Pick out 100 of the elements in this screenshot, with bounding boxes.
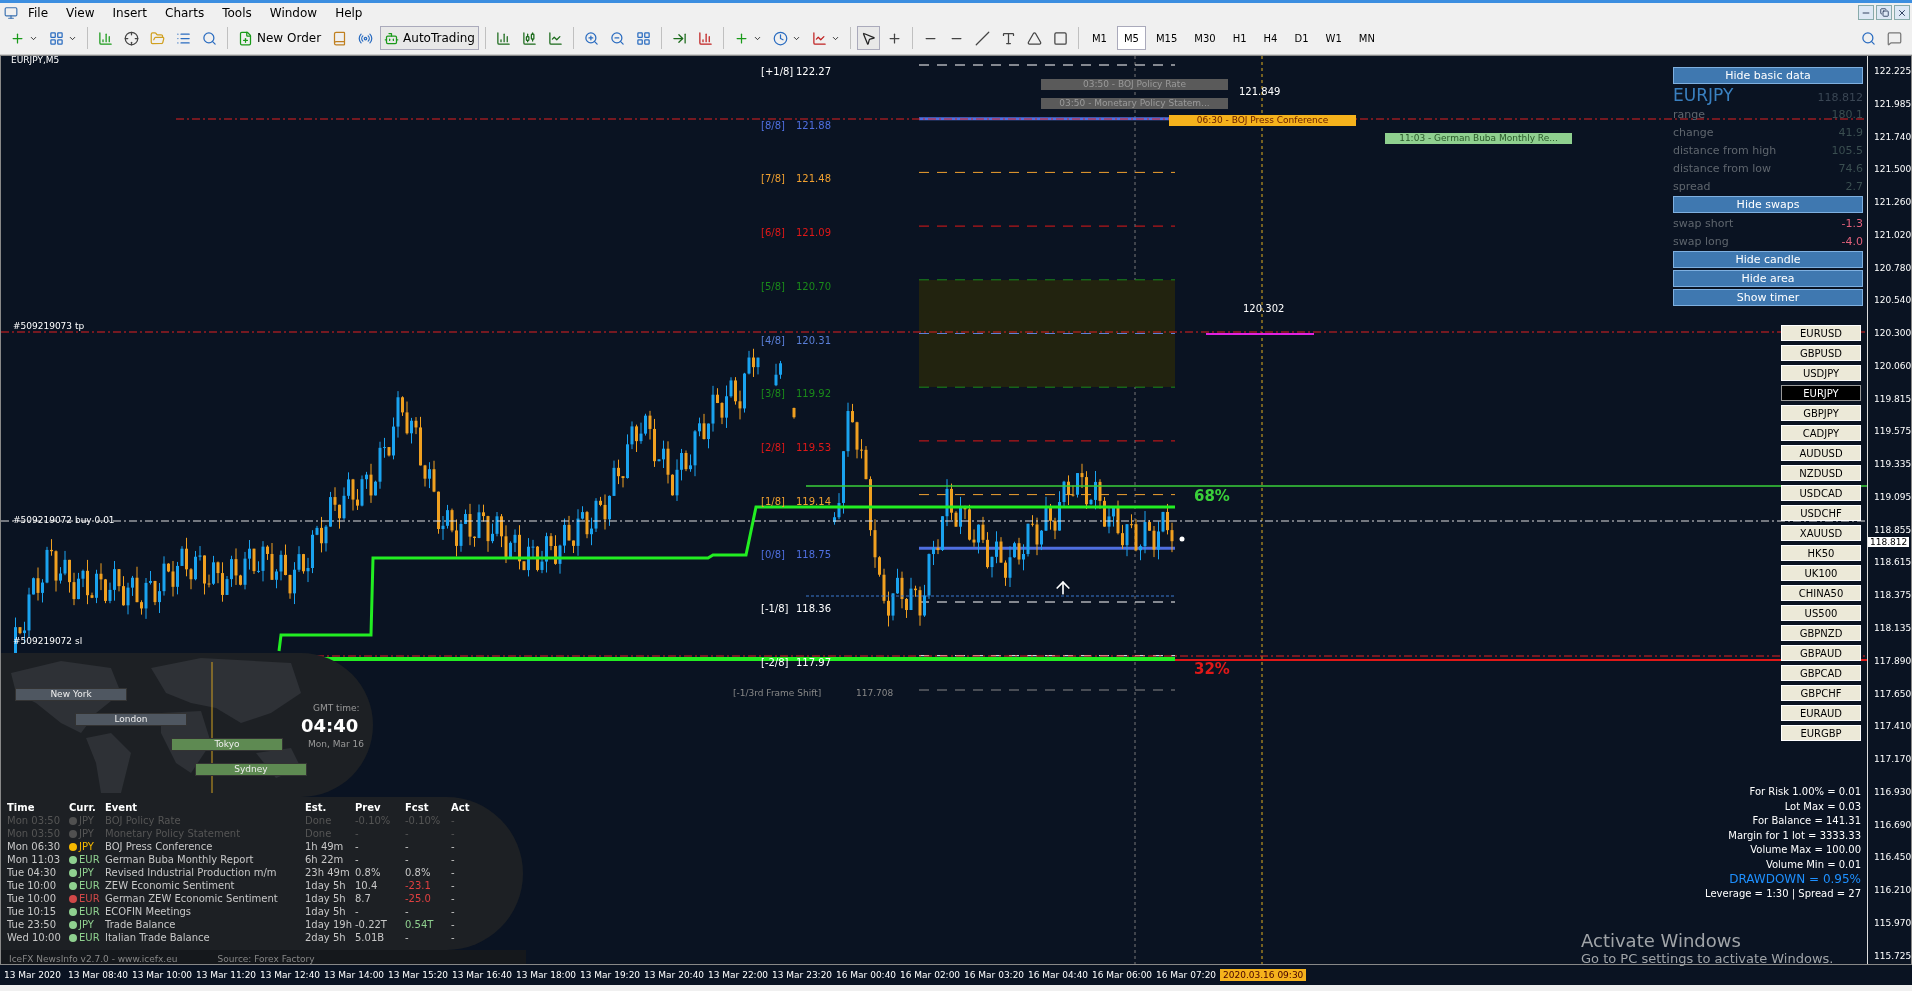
table-cell-text: -: [355, 841, 360, 852]
timeframe-button[interactable]: M1: [1085, 26, 1114, 50]
symbol-button[interactable]: CADJPY: [1781, 425, 1861, 441]
symbol-button[interactable]: US500: [1781, 605, 1861, 621]
column-header: Time: [7, 802, 36, 813]
timeframe-button[interactable]: M30: [1187, 26, 1223, 50]
table-cell-text: -: [451, 815, 456, 826]
hide-basic-data-button[interactable]: Hide basic data: [1673, 67, 1863, 84]
menu-item[interactable]: File: [20, 5, 57, 20]
table-cell-text: 2day 5h: [305, 932, 347, 943]
table-cell-text: 23h 49m: [305, 867, 351, 878]
price-label: 121.849: [1239, 86, 1281, 98]
symbol-button[interactable]: GBPUSD: [1781, 345, 1861, 361]
table-cell-text: 0.54T: [405, 919, 435, 930]
panel-button[interactable]: Show timer: [1673, 289, 1863, 306]
table-cell-text: 0.8%: [405, 867, 432, 878]
frame-shift-value: 117.708: [856, 688, 894, 699]
time-tick: 13 Mar 08:40: [68, 970, 130, 980]
new-order-button[interactable]: New Order: [234, 26, 326, 50]
symbol-button[interactable]: USDCAD: [1781, 485, 1861, 501]
symbol-button[interactable]: HK50: [1781, 545, 1861, 561]
risk-info: Volume Min = 0.01: [1765, 857, 1861, 872]
table-cell-text: Done: [305, 828, 333, 839]
hide-swaps-button[interactable]: Hide swaps: [1673, 196, 1863, 213]
price-tick: 122.225: [1874, 66, 1911, 77]
price-tick: 120.300: [1874, 328, 1911, 340]
event-label: 03:50 - Monetary Policy Statem...: [1041, 98, 1228, 109]
level-tag: [7/8]: [761, 173, 785, 186]
price-tick: 121.020: [1874, 229, 1911, 241]
order-label: #509219072 buy 0.01: [13, 515, 115, 526]
level-tag: [6/8]: [761, 227, 785, 240]
table-cell: JPY: [79, 919, 94, 930]
time-tick: 13 Mar 23:20: [772, 970, 834, 980]
risk-info: Margin for 1 lot = 3333.33: [1728, 828, 1861, 843]
table-cell-text: -: [355, 854, 360, 865]
table-cell-text: Mon 11:03: [7, 854, 62, 865]
level-value: 119.14: [796, 495, 831, 508]
symbol-button[interactable]: CHINA50: [1781, 585, 1861, 601]
price-tick: 119.095: [1874, 491, 1911, 503]
table-cell-text: Tue 10:00: [7, 893, 58, 904]
time-tick: 16 Mar 07:20: [1156, 970, 1218, 980]
footer-text: IceFX NewsInfo v2.7.0 - www.icefx.eu: [9, 954, 178, 964]
table-cell: EUR: [79, 880, 100, 891]
time-tick: 13 Mar 2020: [4, 970, 63, 980]
table-cell-text: Trade Balance: [105, 919, 177, 930]
symbol-button[interactable]: GBPCAD: [1781, 665, 1861, 681]
menu-item[interactable]: Window: [261, 5, 326, 20]
time-tick: 13 Mar 14:00: [324, 970, 386, 980]
table-cell-text: -: [451, 880, 456, 891]
table-cell-text: 1day 5h: [305, 906, 347, 917]
price-tick: 118.855: [1874, 524, 1911, 536]
symbol-button[interactable]: USDCHF: [1781, 505, 1861, 521]
symbol-button[interactable]: NZDUSD: [1781, 465, 1861, 481]
panel-button[interactable]: Hide candle: [1673, 251, 1863, 268]
table-cell-text: BOJ Policy Rate: [105, 815, 182, 826]
table-cell: EUR: [79, 893, 100, 904]
symbol-button[interactable]: GBPNZD: [1781, 625, 1861, 641]
symbol-button[interactable]: EURAUD: [1781, 705, 1861, 721]
table-cell-text: BOJ Press Conference: [105, 841, 214, 852]
table-cell-text: -: [451, 919, 456, 930]
table-cell-text: -23.1: [405, 880, 432, 891]
table-cell: EUR: [79, 932, 100, 943]
table-cell-text: Done: [305, 815, 333, 826]
symbol-button[interactable]: AUDUSD: [1781, 445, 1861, 461]
menu-item[interactable]: View: [58, 5, 103, 20]
timeframe-button[interactable]: H4: [1256, 26, 1285, 50]
symbol-button[interactable]: GBPAUD: [1781, 645, 1861, 661]
menu-item[interactable]: Insert: [104, 5, 155, 20]
timeframe-button[interactable]: D1: [1287, 26, 1316, 50]
timeframe-button[interactable]: W1: [1318, 26, 1349, 50]
symbol-button[interactable]: EURJPY: [1781, 385, 1861, 401]
gmt-label: GMT time:: [313, 703, 360, 714]
symbol-button[interactable]: UK100: [1781, 565, 1861, 581]
panel-button[interactable]: Hide area: [1673, 270, 1863, 287]
symbol-button[interactable]: EURGBP: [1781, 725, 1861, 741]
menu-item[interactable]: Charts: [157, 5, 213, 20]
timeframe-button[interactable]: MN: [1351, 26, 1382, 50]
timeframe-button[interactable]: M15: [1149, 26, 1185, 50]
auto-trading-button[interactable]: AutoTrading: [380, 26, 479, 50]
symbol-button[interactable]: GBPCHF: [1781, 685, 1861, 701]
column-header: Event: [105, 802, 139, 813]
price-tick: 120.540: [1874, 295, 1911, 307]
time-tick: 13 Mar 19:20: [580, 970, 642, 980]
symbol-button[interactable]: XAUUSD: [1781, 525, 1861, 541]
timeframe-button[interactable]: H1: [1225, 26, 1254, 50]
symbol-button[interactable]: GBPJPY: [1781, 405, 1861, 421]
table-cell-text: 8.7: [355, 893, 372, 904]
symbol-button[interactable]: USDJPY: [1781, 365, 1861, 381]
menu-item[interactable]: Help: [327, 5, 371, 20]
table-cell-text: German ZEW Economic Sentiment: [105, 893, 279, 904]
symbol-title: EURJPY: [1673, 85, 1734, 105]
time-tick: 13 Mar 22:00: [708, 970, 770, 980]
time-tick: 16 Mar 00:40: [836, 970, 898, 980]
price-tick: 116.450: [1874, 852, 1911, 864]
symbol-button[interactable]: EURUSD: [1781, 325, 1861, 341]
level-value: 122.27: [796, 66, 831, 78]
timeframe-button[interactable]: M5: [1117, 26, 1146, 50]
price-tick: 121.500: [1874, 164, 1911, 176]
menu-item[interactable]: Tools: [214, 5, 260, 20]
drawdown-label: DRAWDOWN = 0.95%: [1729, 872, 1861, 887]
